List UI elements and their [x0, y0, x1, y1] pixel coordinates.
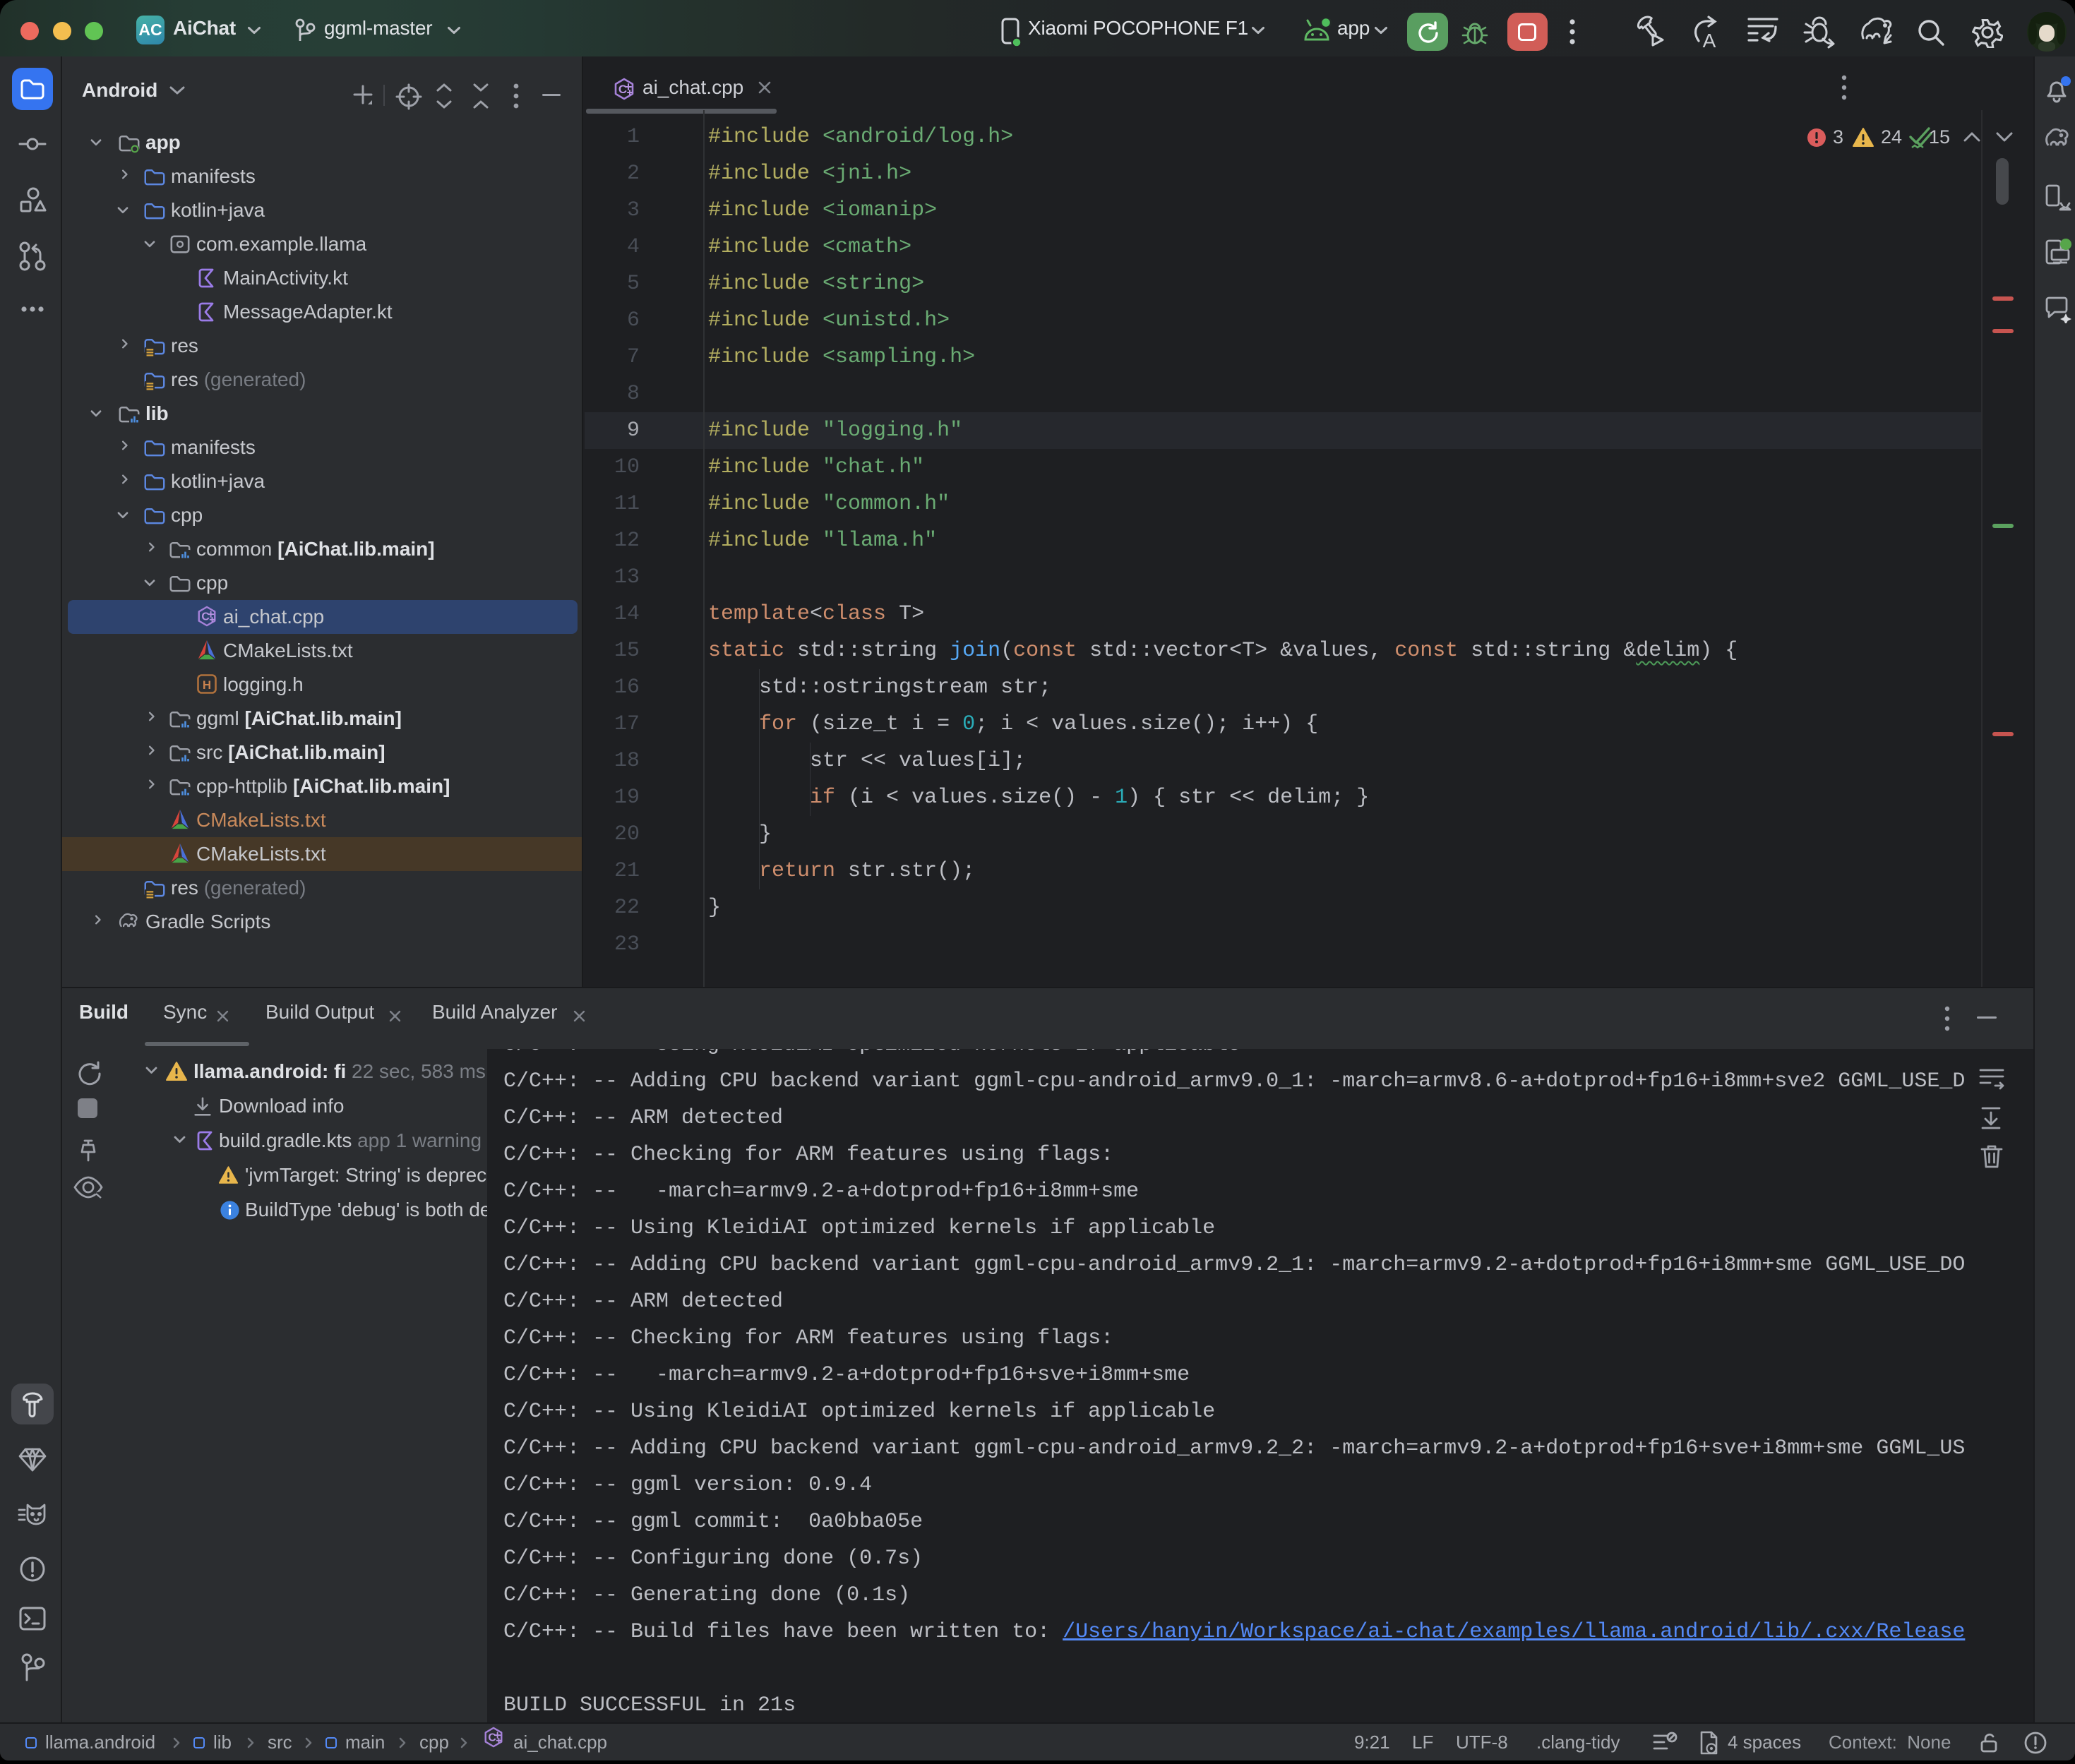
- svg-text:C: C: [488, 1732, 496, 1744]
- svg-text:C: C: [201, 611, 210, 623]
- svg-text:C: C: [618, 83, 627, 96]
- svg-text:H: H: [203, 678, 211, 692]
- svg-text:A: A: [1703, 30, 1716, 49]
